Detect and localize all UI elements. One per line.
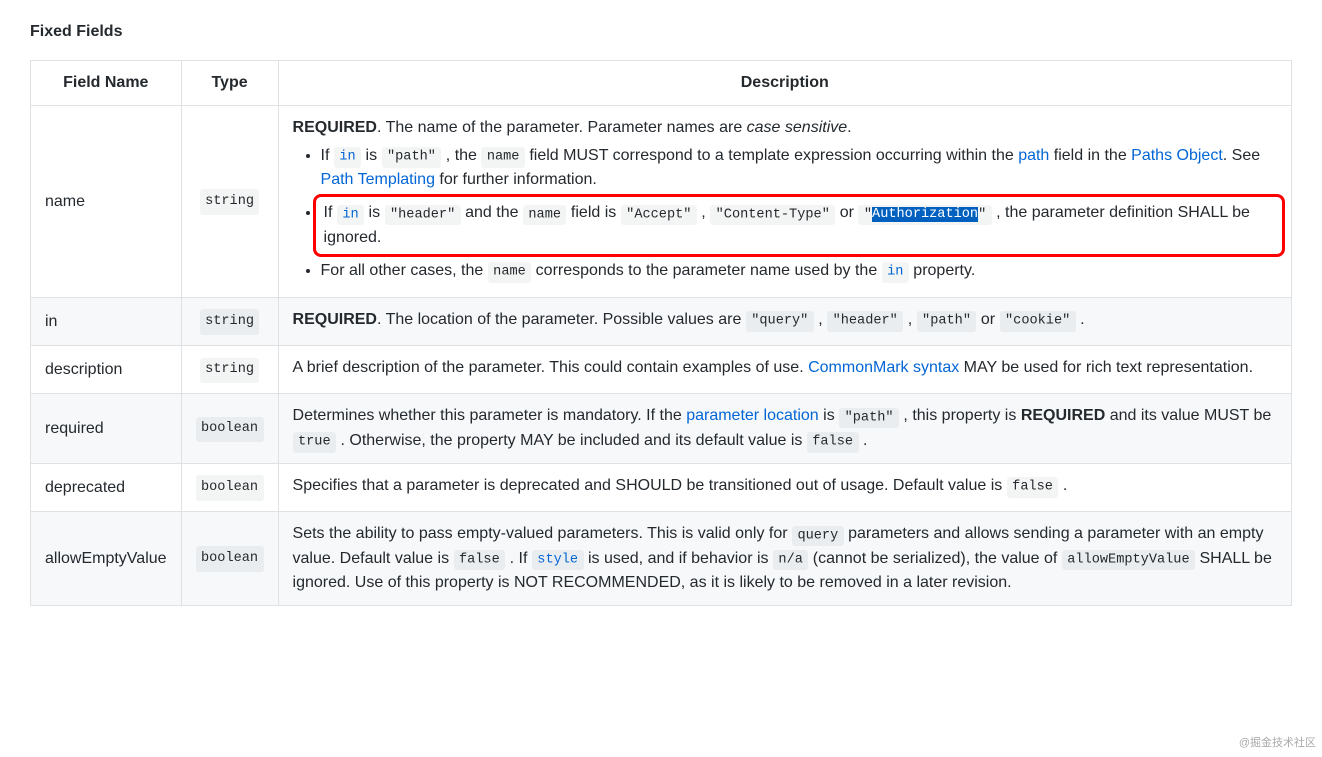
link-in[interactable]: in [882,262,909,279]
type-string: string [200,358,260,384]
field-type-cell: string [181,106,278,298]
field-description-cell: Determines whether this parameter is man… [278,394,1291,464]
field-description-cell: A brief description of the parameter. Th… [278,346,1291,394]
field-name-cell: description [31,346,182,394]
field-type-cell: string [181,298,278,346]
field-type-cell: boolean [181,394,278,464]
link-path[interactable]: path [1018,147,1049,164]
required-tag: REQUIRED [1021,407,1105,424]
list-item-highlighted: If in is "header" and the name field is … [321,194,1277,256]
code-content-type: "Content-Type" [710,205,835,225]
highlight-box: If in is "header" and the name field is … [313,194,1285,256]
field-type-cell: string [181,346,278,394]
code-query: "query" [746,311,814,331]
link-paths-object[interactable]: Paths Object [1131,147,1223,164]
field-type-cell: boolean [181,512,278,606]
code-name: name [488,262,532,282]
field-description-cell: Sets the ability to pass empty-valued pa… [278,512,1291,606]
code-path: "path" [382,147,442,167]
code-true: true [293,432,337,452]
type-boolean: boolean [196,475,264,501]
required-tag: REQUIRED [293,311,377,328]
field-type-cell: boolean [181,464,278,512]
link-path-templating[interactable]: Path Templating [321,171,435,188]
type-boolean: boolean [196,546,264,572]
fixed-fields-table: Field Name Type Description name string … [30,60,1292,606]
link-in[interactable]: in [334,147,361,164]
required-tag: REQUIRED [293,119,377,136]
code-name: name [481,147,525,167]
code-false: false [454,550,506,570]
code-path: "path" [839,408,899,428]
col-description: Description [278,61,1291,106]
link-style[interactable]: style [532,550,584,567]
code-accept: "Accept" [621,205,697,225]
type-boolean: boolean [196,417,264,443]
table-row: required boolean Determines whether this… [31,394,1292,464]
code-cookie: "cookie" [1000,311,1076,331]
link-in[interactable]: in [337,204,364,221]
selected-text: Authorization [872,207,978,222]
field-description-cell: Specifies that a parameter is deprecated… [278,464,1291,512]
col-type: Type [181,61,278,106]
code-na: n/a [773,550,808,570]
code-path: "path" [917,311,977,331]
table-row: deprecated boolean Specifies that a para… [31,464,1292,512]
link-commonmark[interactable]: CommonMark syntax [808,359,959,376]
table-row: name string REQUIRED. The name of the pa… [31,106,1292,298]
code-allowemptyvalue: allowEmptyValue [1062,550,1195,570]
code-false: false [1007,477,1059,497]
field-name-cell: required [31,394,182,464]
case-sensitive-text: case sensitive [747,119,848,136]
type-string: string [200,189,260,215]
table-row: allowEmptyValue boolean Sets the ability… [31,512,1292,606]
section-heading: Fixed Fields [30,20,1292,44]
field-description-cell: REQUIRED. The name of the parameter. Par… [278,106,1291,298]
table-row: in string REQUIRED. The location of the … [31,298,1292,346]
watermark: @掘金技术社区 [1239,735,1316,752]
code-header: "header" [385,205,461,225]
list-item: For all other cases, the name correspond… [321,259,1277,283]
list-item: If in is "path" , the name field MUST co… [321,144,1277,192]
field-description-cell: REQUIRED. The location of the parameter.… [278,298,1291,346]
table-row: description string A brief description o… [31,346,1292,394]
field-name-cell: name [31,106,182,298]
type-string: string [200,309,260,335]
code-authorization: "Authorization" [858,205,991,225]
code-query: query [792,526,844,546]
link-parameter-location[interactable]: parameter location [686,407,819,424]
col-field-name: Field Name [31,61,182,106]
code-header: "header" [827,311,903,331]
field-name-cell: in [31,298,182,346]
field-name-cell: allowEmptyValue [31,512,182,606]
code-name: name [523,205,567,225]
code-false: false [807,432,859,452]
field-name-cell: deprecated [31,464,182,512]
